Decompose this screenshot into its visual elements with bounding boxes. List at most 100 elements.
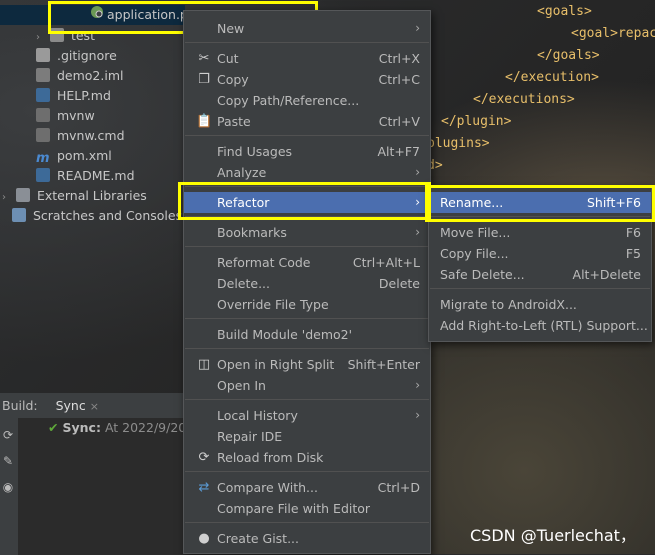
menu-item-label: Open In	[217, 378, 266, 393]
github-icon: ●	[198, 531, 210, 546]
menu-item-label: Build Module 'demo2'	[217, 327, 353, 342]
menu-item-build-module[interactable]: Build Module 'demo2'	[184, 324, 430, 345]
menu-item-label: Find Usages	[217, 144, 293, 159]
menu-item-cut[interactable]: ✂ Cut Ctrl+X	[184, 48, 430, 69]
code-line: </goals>	[537, 48, 600, 63]
annotation-box-refactor	[178, 182, 431, 220]
tree-item-help[interactable]: HELP.md	[36, 86, 111, 106]
menu-item-shortcut: Ctrl+C	[378, 72, 420, 87]
menu-separator	[185, 399, 429, 400]
menu-item-local-history[interactable]: Local History ›	[184, 405, 430, 426]
reload-icon: ⟳	[198, 450, 210, 465]
menu-item-label: Compare With...	[217, 480, 318, 495]
tree-item-label: mvnw.cmd	[56, 128, 125, 143]
tree-item-label: README.md	[56, 168, 135, 183]
tab-sync-label: Sync	[55, 398, 86, 413]
menu-item-label: Safe Delete...	[440, 267, 525, 282]
menu-separator	[185, 522, 429, 523]
menu-item-label: Local History	[217, 408, 298, 423]
menu-separator	[185, 348, 429, 349]
menu-item-label: New	[217, 21, 245, 36]
menu-item-safe-delete[interactable]: Safe Delete... Alt+Delete	[429, 264, 651, 285]
menu-item-label: Compare File with Editor	[217, 501, 371, 516]
sync-status-label: Sync:	[62, 420, 101, 435]
menu-item-label: Copy Path/Reference...	[217, 93, 360, 108]
script-icon	[36, 108, 50, 122]
menu-item-delete[interactable]: Delete... Delete	[184, 273, 430, 294]
menu-separator	[185, 471, 429, 472]
paste-icon: 📋	[196, 114, 213, 129]
pin-icon[interactable]: ✎	[1, 454, 15, 468]
menu-item-bookmarks[interactable]: Bookmarks ›	[184, 222, 430, 243]
code-line: plugins>	[427, 136, 490, 151]
menu-item-create-gist[interactable]: ● Create Gist...	[184, 528, 430, 549]
menu-item-label: Cut	[217, 51, 239, 66]
chevron-right-icon: ›	[415, 21, 420, 35]
tree-item-iml[interactable]: demo2.iml	[36, 66, 123, 86]
menu-item-label: Reformat Code	[217, 255, 311, 270]
build-panel: Build: Sync × ⟳ ✎ ◉ ✔ Sync: At 2022/9/20 1	[0, 393, 198, 555]
menu-item-new[interactable]: New ›	[184, 18, 430, 39]
copy-icon: ❐	[198, 72, 210, 87]
tree-item-label: demo2.iml	[56, 68, 124, 83]
eye-icon[interactable]: ◉	[1, 480, 15, 494]
maven-icon: m	[36, 151, 50, 166]
rerun-icon[interactable]: ⟳	[1, 428, 15, 442]
tab-sync[interactable]: Sync ×	[56, 394, 99, 419]
scratches-icon	[12, 208, 26, 222]
menu-item-label: Copy File...	[440, 246, 509, 261]
menu-item-reload[interactable]: ⟳ Reload from Disk	[184, 447, 430, 468]
menu-item-shortcut: Ctrl+X	[378, 51, 420, 66]
menu-item-find-usages[interactable]: Find Usages Alt+F7	[184, 141, 430, 162]
menu-item-repair-ide[interactable]: Repair IDE	[184, 426, 430, 447]
tree-item-gitignore[interactable]: .gitignore	[36, 46, 117, 66]
markdown-icon	[36, 168, 50, 182]
menu-item-label: Open in Right Split	[217, 357, 335, 372]
menu-item-compare-with[interactable]: ⇄ Compare With... Ctrl+D	[184, 477, 430, 498]
menu-item-label: Paste	[217, 114, 251, 129]
menu-item-copy-file[interactable]: Copy File... F5	[429, 243, 651, 264]
annotation-box-rename	[425, 185, 655, 222]
tree-item-pom[interactable]: m pom.xml	[36, 146, 112, 166]
menu-item-copy[interactable]: ❐ Copy Ctrl+C	[184, 69, 430, 90]
menu-item-open-right-split[interactable]: ◫ Open in Right Split Shift+Enter	[184, 354, 430, 375]
menu-item-compare-editor[interactable]: Compare File with Editor	[184, 498, 430, 519]
menu-separator	[430, 288, 650, 289]
menu-separator	[185, 135, 429, 136]
menu-item-label: Move File...	[440, 225, 511, 240]
tree-item-mvnw[interactable]: mvnw	[36, 106, 95, 126]
sync-status: ✔ Sync: At 2022/9/20 1	[48, 420, 198, 435]
menu-item-shortcut: Ctrl+Alt+L	[352, 255, 420, 270]
close-icon[interactable]: ×	[90, 400, 99, 413]
chevron-right-icon: ›	[415, 408, 420, 422]
menu-item-label: Delete...	[217, 276, 270, 291]
cut-icon: ✂	[198, 51, 210, 66]
code-line: </plugin>	[441, 114, 512, 129]
menu-item-override-type[interactable]: Override File Type	[184, 294, 430, 315]
menu-item-label: Bookmarks	[217, 225, 287, 240]
menu-item-shortcut: Shift+Enter	[347, 357, 420, 372]
markdown-icon	[36, 88, 50, 102]
menu-item-migrate-androidx[interactable]: Migrate to AndroidX...	[429, 294, 651, 315]
menu-item-reformat[interactable]: Reformat Code Ctrl+Alt+L	[184, 252, 430, 273]
menu-item-add-rtl[interactable]: Add Right-to-Left (RTL) Support...	[429, 315, 651, 336]
menu-item-open-in[interactable]: Open In ›	[184, 375, 430, 396]
menu-item-copy-path[interactable]: Copy Path/Reference...	[184, 90, 430, 111]
tree-item-label: External Libraries	[36, 188, 147, 203]
tree-item-scratches[interactable]: Scratches and Consoles	[12, 206, 182, 226]
check-icon: ✔	[48, 420, 59, 435]
tree-item-external-libraries[interactable]: › External Libraries	[2, 186, 147, 206]
tree-item-mvnw-cmd[interactable]: mvnw.cmd	[36, 126, 125, 146]
tree-item-readme[interactable]: README.md	[36, 166, 135, 186]
project-tree: application.p › test .gitignore demo2.im…	[0, 0, 188, 230]
menu-item-move-file[interactable]: Move File... F6	[429, 222, 651, 243]
code-line: <goal>repac	[571, 26, 655, 41]
menu-item-label: Migrate to AndroidX...	[440, 297, 577, 312]
watermark: CSDN @Tuerlechat，	[470, 526, 636, 545]
menu-item-label: Repair IDE	[217, 429, 283, 444]
menu-item-label: Copy	[217, 72, 249, 87]
menu-item-paste[interactable]: 📋 Paste Ctrl+V	[184, 111, 430, 132]
chevron-right-icon: ›	[2, 192, 6, 203]
iml-file-icon	[36, 68, 50, 82]
menu-item-analyze[interactable]: Analyze ›	[184, 162, 430, 183]
